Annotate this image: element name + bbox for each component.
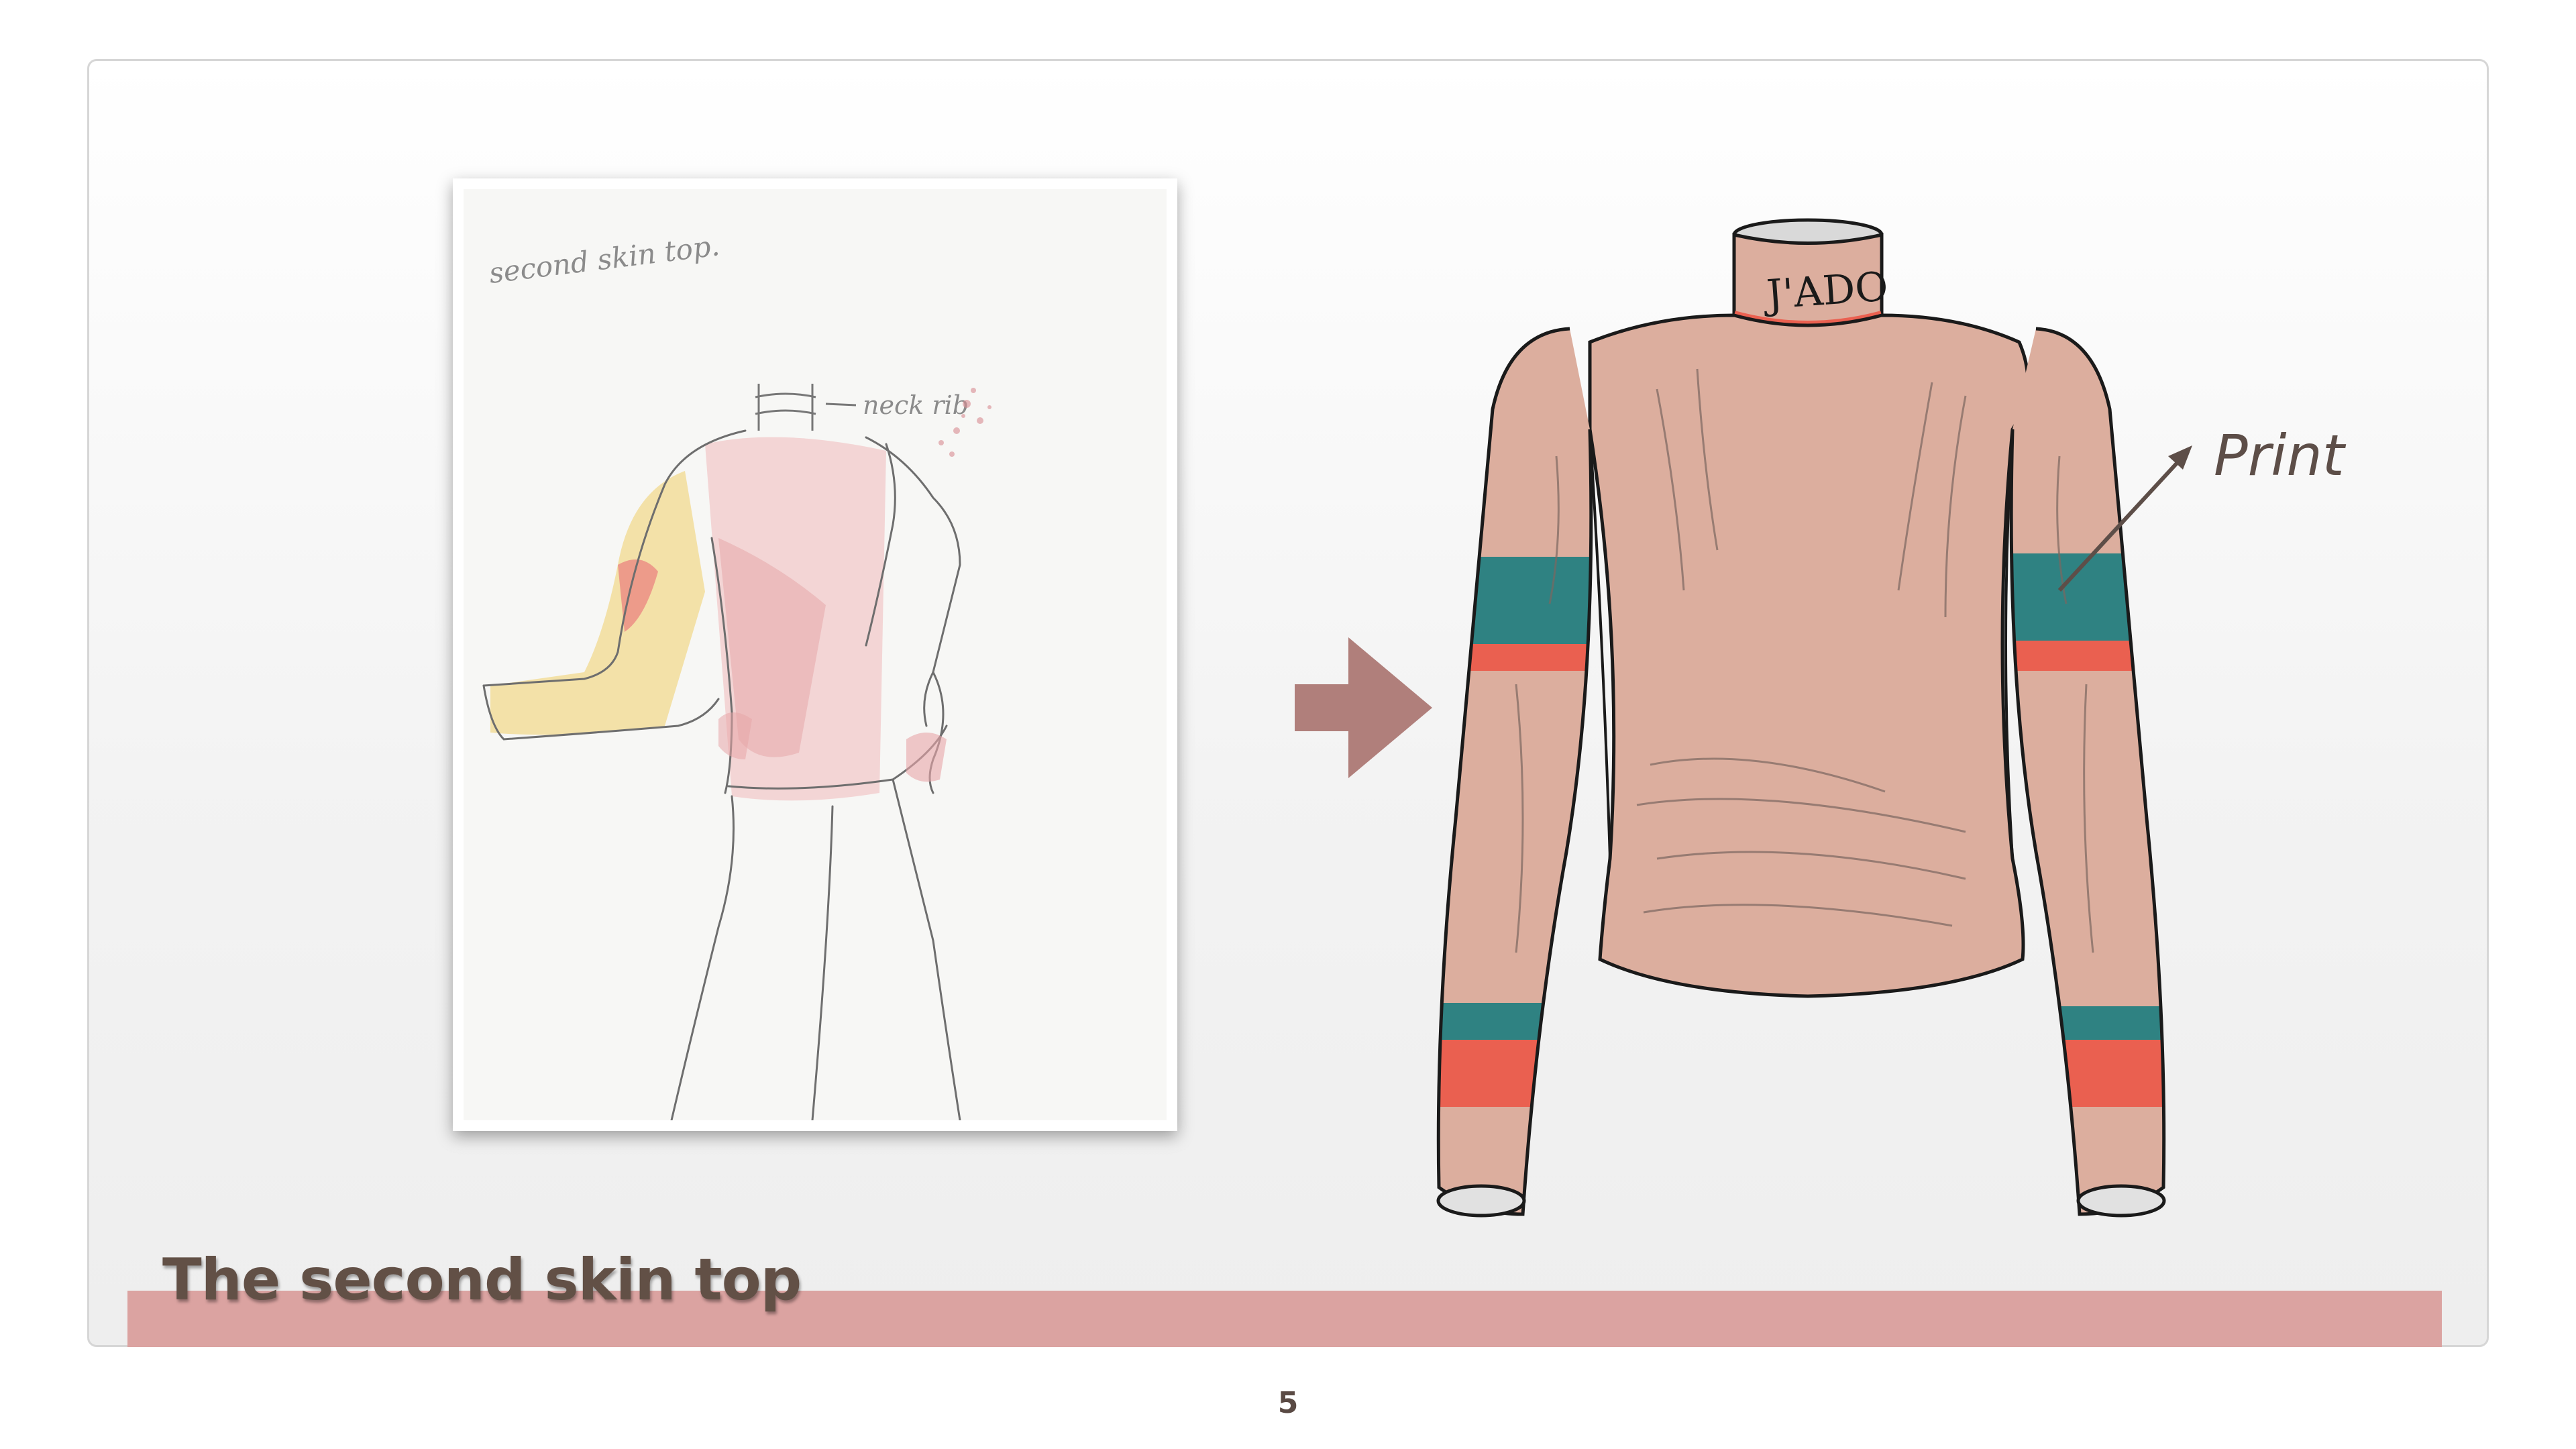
collar-print-text: J'ADO — [1761, 263, 1890, 319]
right-arrow-icon — [1295, 637, 1432, 778]
page-number: 5 — [1277, 1386, 1299, 1420]
callout-arrow-icon — [2057, 445, 2192, 592]
sketch-handwritten-annotation: neck rib — [863, 390, 969, 420]
sketch-photo: second skin top. neck rib — [453, 178, 1177, 1131]
garment-flat-drawing: J'ADO — [1436, 218, 2166, 1218]
print-callout-label: Print — [2214, 423, 2345, 488]
slide-title: The second skin top — [162, 1246, 802, 1313]
